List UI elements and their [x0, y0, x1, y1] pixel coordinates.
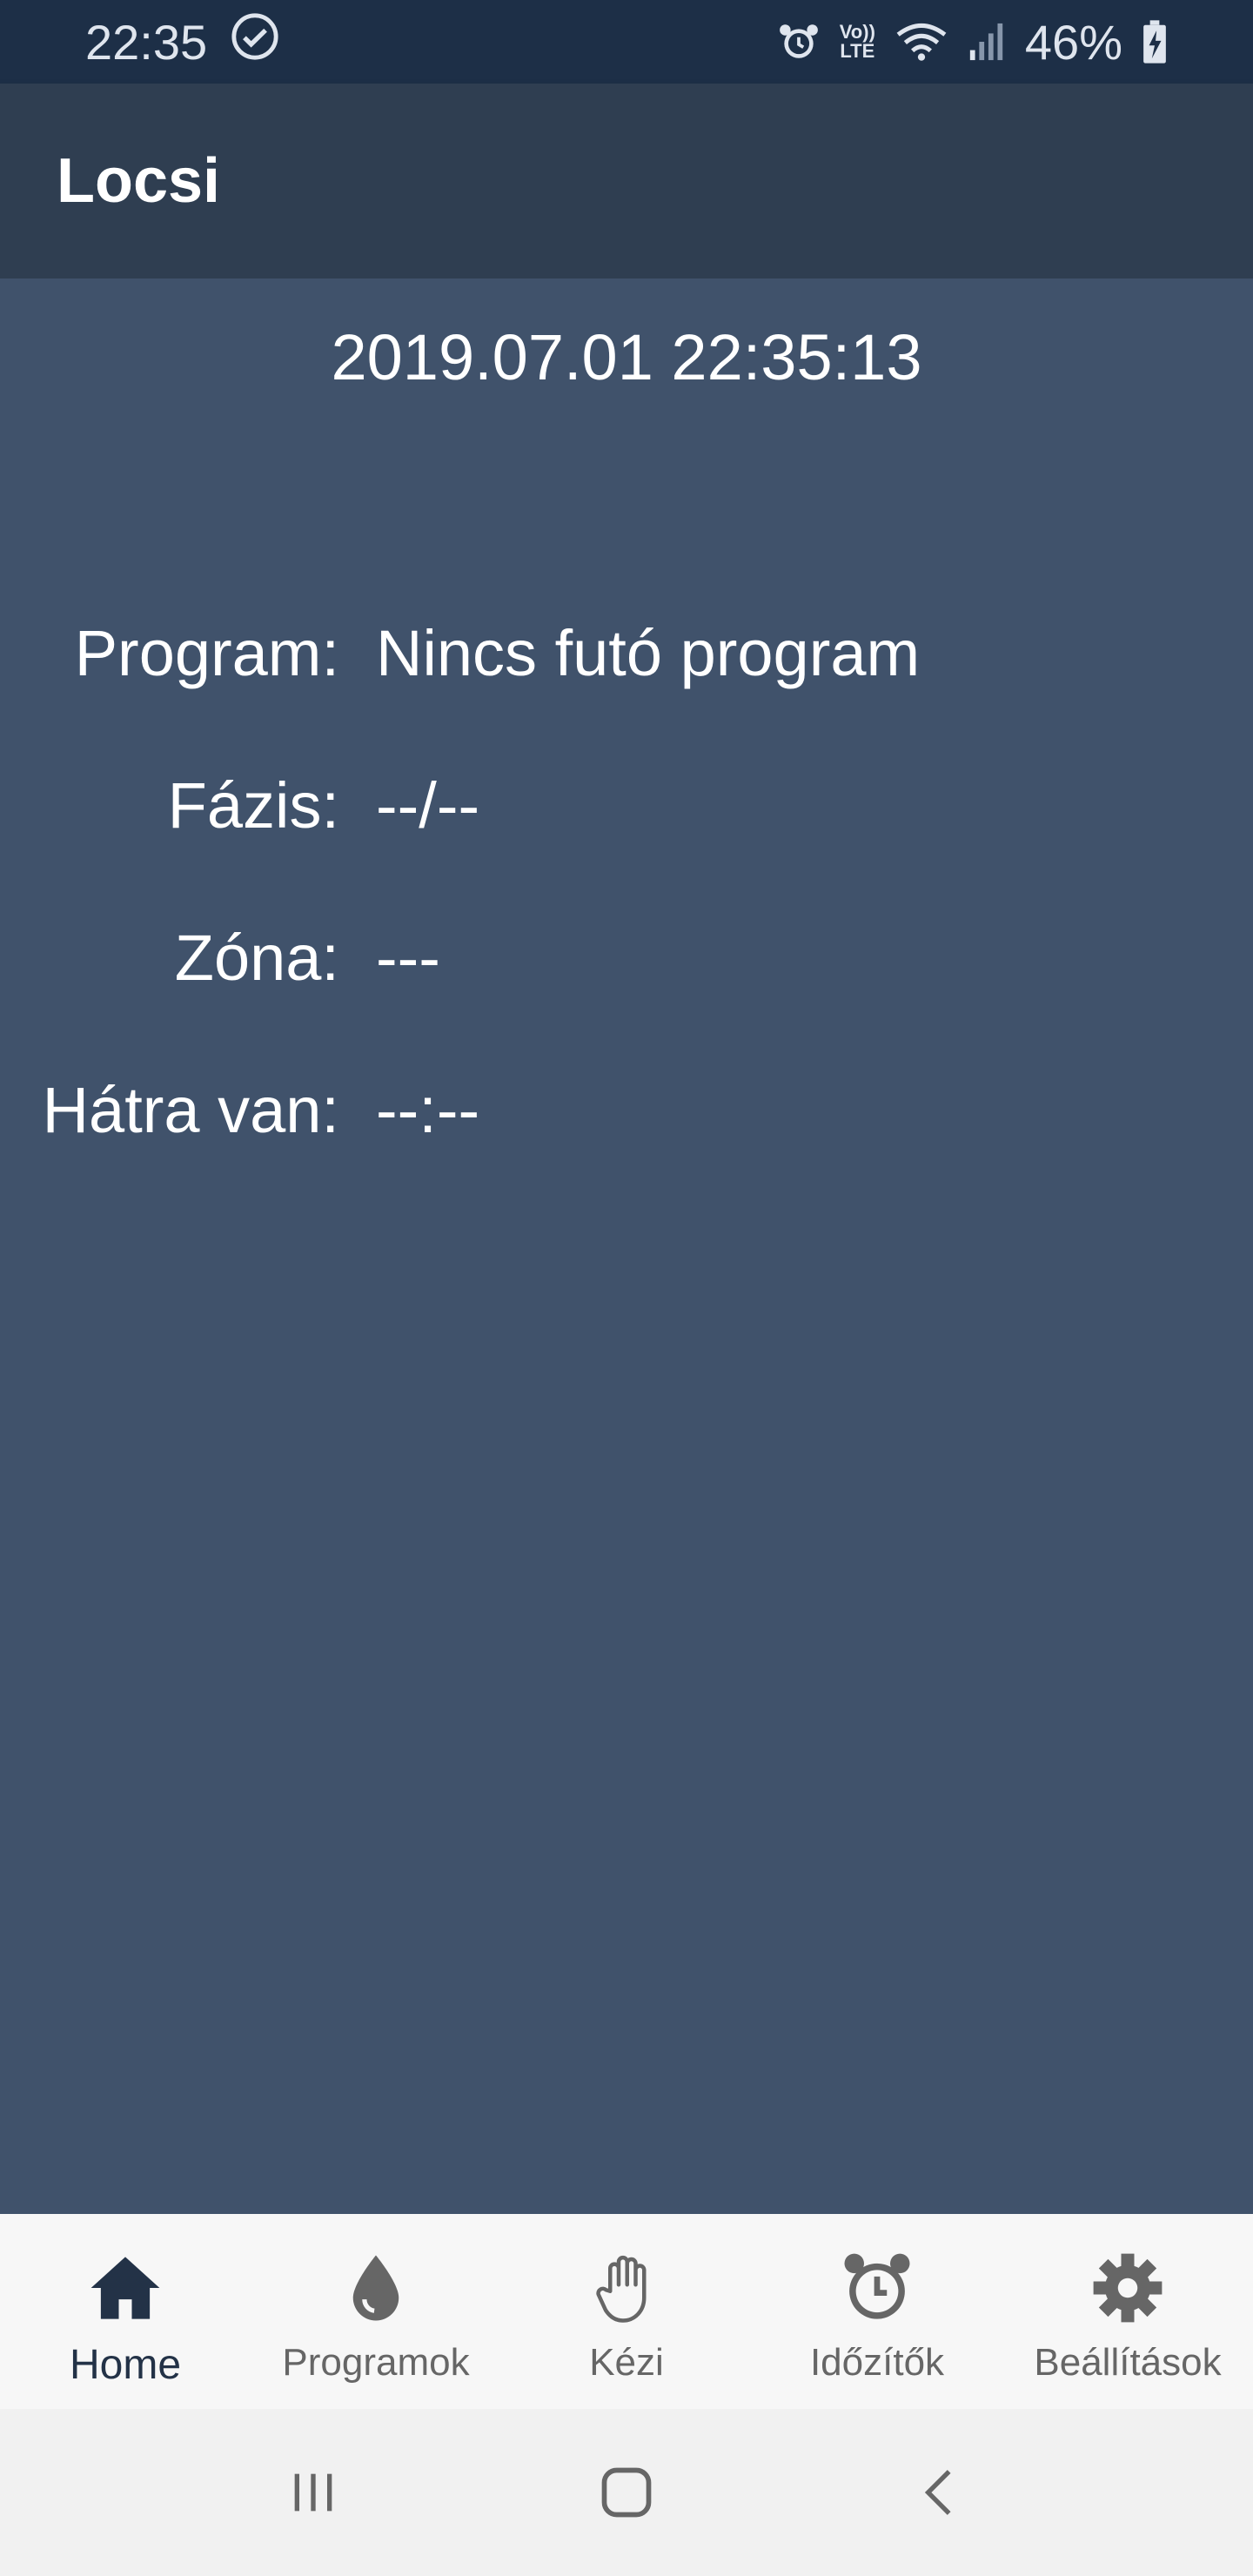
water-drop-icon [352, 2255, 399, 2321]
alarm-icon [777, 20, 821, 64]
volte-icon: Vo)) LTE [840, 23, 875, 61]
wifi-icon [895, 20, 948, 64]
home-nav-icon[interactable] [574, 2440, 679, 2545]
tab-programs[interactable]: Programok [251, 2214, 501, 2409]
phase-row: Fázis: --/-- [0, 768, 1253, 855]
signal-icon [968, 22, 1006, 62]
app-title: Locsi [57, 146, 221, 216]
tab-timers-label: Időzítők [809, 2341, 945, 2384]
hand-icon [596, 2255, 647, 2323]
battery-percent: 46% [1024, 14, 1122, 70]
status-bar-left: 22:35 [85, 11, 280, 73]
check-circle-icon [230, 11, 280, 73]
tab-timers[interactable]: Időzítők [752, 2214, 1002, 2409]
program-label: Program: [74, 617, 339, 689]
system-nav-bar [0, 2409, 1253, 2576]
zone-row: Zóna: --- [0, 921, 1253, 1008]
remaining-value: --:-- [376, 1074, 480, 1146]
phase-label: Fázis: [167, 769, 339, 842]
program-row: Program: Nincs futó program [0, 616, 1253, 703]
program-value: Nincs futó program [376, 617, 921, 689]
tab-settings[interactable]: Beállítások [1002, 2214, 1253, 2409]
home-icon [90, 2257, 160, 2319]
status-time: 22:35 [85, 14, 208, 70]
zone-value: --- [376, 922, 440, 994]
tab-manual-label: Kézi [589, 2341, 664, 2384]
tab-home[interactable]: Home [0, 2214, 251, 2409]
remaining-label: Hátra van: [42, 1074, 339, 1146]
zone-label: Zóna: [174, 922, 339, 994]
status-bar: 22:35 Vo)) LTE 46% [0, 0, 1253, 84]
tab-programs-label: Programok [282, 2341, 470, 2384]
tab-settings-label: Beállítások [1034, 2341, 1222, 2384]
alarm-clock-icon [844, 2253, 910, 2319]
status-bar-right: Vo)) LTE 46% [777, 14, 1168, 70]
bottom-navigation: Home Programok Kézi Időzítők Beállítások [0, 2214, 1253, 2409]
current-datetime: 2019.07.01 22:35:13 [331, 321, 922, 393]
battery-charging-icon [1142, 19, 1168, 64]
recent-apps-icon[interactable] [261, 2440, 365, 2545]
tab-home-label: Home [69, 2342, 182, 2388]
gear-icon [1093, 2253, 1163, 2323]
remaining-row: Hátra van: --:-- [0, 1073, 1253, 1160]
tab-manual[interactable]: Kézi [501, 2214, 752, 2409]
phase-value: --/-- [376, 769, 480, 842]
volte-bottom-text: LTE [840, 40, 875, 62]
back-icon[interactable] [888, 2440, 992, 2545]
app-bar: Locsi [0, 84, 1253, 278]
main-content: 2019.07.01 22:35:13 Program: Nincs futó … [0, 278, 1253, 2214]
